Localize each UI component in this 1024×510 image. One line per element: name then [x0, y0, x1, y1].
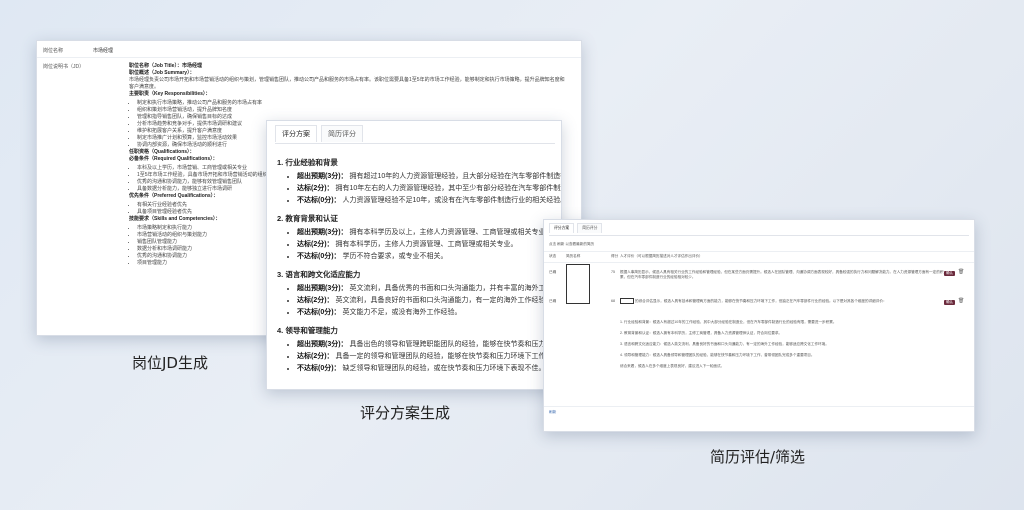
evaluation-point: 3. 语言和跨文化适应能力：候选人英文流利，具备良好的书面和口头沟通能力，有一定… [620, 342, 829, 346]
confirm-button[interactable]: 确认 [944, 271, 955, 276]
trash-icon[interactable]: 🗑 [958, 299, 964, 304]
evaluation-point: 综合来看，候选人在多个维度上表现良好，建议进入下一轮面试。 [620, 364, 725, 368]
evaluation-point: 4. 领导和管理能力：候选人具备领导和管理团队的经验，能够在快节奏和压力环境下工… [620, 353, 815, 357]
scoring-card: 评分方案 简历评分 1. 行业经验和背景超出预期(3分)： 拥有超过10年的人力… [266, 120, 562, 390]
trash-icon[interactable]: 🗑 [958, 270, 964, 275]
criterion-levels: 超出预期(3分)： 英文流利，具备优秀的书面和口头沟通能力，并有丰富的海外工作经… [277, 283, 561, 319]
jd-resp-heading: 主要职责（Key Responsibilities）： [129, 91, 211, 97]
evaluation-points: 1. 行业经验和背景：候选人有超过10年的工作经验，其中大部分经验在制造业，但在… [620, 320, 950, 375]
criterion-heading: 4. 领导和管理能力 [277, 326, 338, 335]
refresh-hint: 点击 刷新 以查看最新的简历 [549, 242, 595, 246]
criterion-levels: 超出预期(3分)： 具备出色的领导和管理跨职能团队的经验，能够在快节奏和压力环境… [277, 339, 561, 375]
criterion-level: 达标(2分)： 具备一定的领导和管理团队的经验，能够在快节奏和压力环境下工作。 [297, 351, 561, 363]
criterion-level: 不达标(0分)： 缺乏领导和管理团队的经验，或在快节奏和压力环境下表现不佳。 [297, 363, 561, 375]
criterion-level: 不达标(0分)： 英文能力不足，或没有海外工作经验。 [297, 307, 561, 319]
caption-scoring: 评分方案生成 [360, 404, 451, 422]
jd-summary: 市场经理负责公司市场开拓和市场营销活动的组织与策划，管理销售团队，推动公司产品和… [129, 77, 565, 90]
criterion-levels: 超出预期(3分)： 拥有超过10年的人力资源管理经验，且大部分经验在汽车零部件制… [277, 171, 561, 207]
col-resume-name: 简历名称 [566, 254, 581, 258]
evaluation-point: 1. 行业经验和背景：候选人有超过10年的工作经验，其中大部分经验在制造业，但在… [620, 320, 837, 324]
criterion-heading: 2. 教育背景和认证 [277, 214, 338, 223]
caption-jd: 岗位JD生成 [132, 354, 208, 372]
resume-tabs: 评分方案 简历评分 [549, 223, 969, 236]
jd-summary-heading: 职位概述（Job Summary）： [129, 70, 195, 76]
row1-evaluation: 根据人事简历显示，候选人具有相关行业的工作经验和管理经验，但在某些方面仍需提升。… [620, 270, 944, 279]
criterion-level: 超出预期(3分)： 具备出色的领导和管理跨职能团队的经验，能够在快节奏和压力环境… [297, 339, 561, 351]
col-status: 状态 [549, 254, 557, 258]
list-item: 制定和执行市场策略，推动公司产品和服务的市场占有率 [137, 100, 569, 107]
row1-score: 75 [611, 270, 615, 274]
refresh-link[interactable]: 刷新 [549, 410, 556, 415]
jd-title-line: 职位名称（Job Title）：市场经理 [129, 63, 202, 69]
criterion-heading: 3. 语言和跨文化适应能力 [277, 270, 361, 279]
jd-desc-label: 岗位说明书（JD） [43, 64, 85, 70]
row2-evaluation: 的综合评估显示，候选人具有技术和管理两方面的能力，能够在快节奏和压力环境下工作，… [635, 299, 887, 303]
confirm-button[interactable]: 确认 [944, 300, 955, 305]
criterion-level: 不达标(0分)： 学历不符合要求，或专业不相关。 [297, 251, 561, 263]
row2-score: 68 [611, 299, 615, 303]
redacted-name [620, 298, 634, 304]
caption-resume: 简历评估/筛选 [710, 448, 806, 466]
job-name-value[interactable]: 市场经理 [93, 47, 113, 54]
list-item: 组织和策划市场营销活动，提升品牌知名度 [137, 107, 569, 114]
row2-status: 已确 [549, 299, 557, 303]
criterion-level: 超出预期(3分)： 拥有本科学历及以上，主修人力资源管理、工商管理或相关专业，并… [297, 227, 561, 239]
criterion-level: 超出预期(3分)： 英文流利，具备优秀的书面和口头沟通能力，并有丰富的海外工作经… [297, 283, 561, 295]
row1-status: 已确 [549, 270, 557, 274]
tab-resume-scoring[interactable]: 简历评分 [320, 125, 363, 142]
criterion-heading: 1. 行业经验和背景 [277, 158, 338, 167]
job-name-label: 岗位名称 [43, 48, 64, 54]
criterion-level: 达标(2分)： 拥有本科学历，主修人力资源管理、工商管理或相关专业。 [297, 239, 561, 251]
col-score: 得分 [611, 254, 619, 258]
criterion-level: 达标(2分)： 拥有10年左右的人力资源管理经验，其中至少有部分经验在汽车零部件… [297, 183, 561, 195]
tab-scoring-scheme[interactable]: 评分方案 [549, 223, 575, 233]
evaluation-point: 2. 教育背景和认证：候选人拥有本科学历，主修工商管理，具备人力资源管理师认证，… [620, 331, 783, 335]
scoring-tabs: 评分方案 简历评分 [275, 125, 555, 144]
tab-scoring-scheme[interactable]: 评分方案 [275, 125, 317, 142]
criterion-levels: 超出预期(3分)： 拥有本科学历及以上，主修人力资源管理、工商管理或相关专业，并… [277, 227, 561, 263]
resume-thumbnail[interactable] [566, 264, 590, 304]
criterion-level: 超出预期(3分)： 拥有超过10年的人力资源管理经验，且大部分经验在汽车零部件制… [297, 171, 561, 183]
col-evaluation: 人才评价（可以根据简历描述对人才评估作出评价） [620, 254, 703, 258]
criterion-level: 不达标(0分)： 人力资源管理经验不足10年，或没有在汽车零部件制造行业的相关经… [297, 195, 561, 207]
scoring-content: 1. 行业经验和背景超出预期(3分)： 拥有超过10年的人力资源管理经验，且大部… [277, 151, 561, 375]
resume-card: 评分方案 简历评分 点击 刷新 以查看最新的简历 状态 简历名称 得分 人才评价… [543, 219, 975, 432]
tab-resume-scoring[interactable]: 简历评分 [577, 223, 603, 233]
criterion-level: 达标(2分)： 英文流利，具备良好的书面和口头沟通能力，有一定的海外工作经验。 [297, 295, 561, 307]
